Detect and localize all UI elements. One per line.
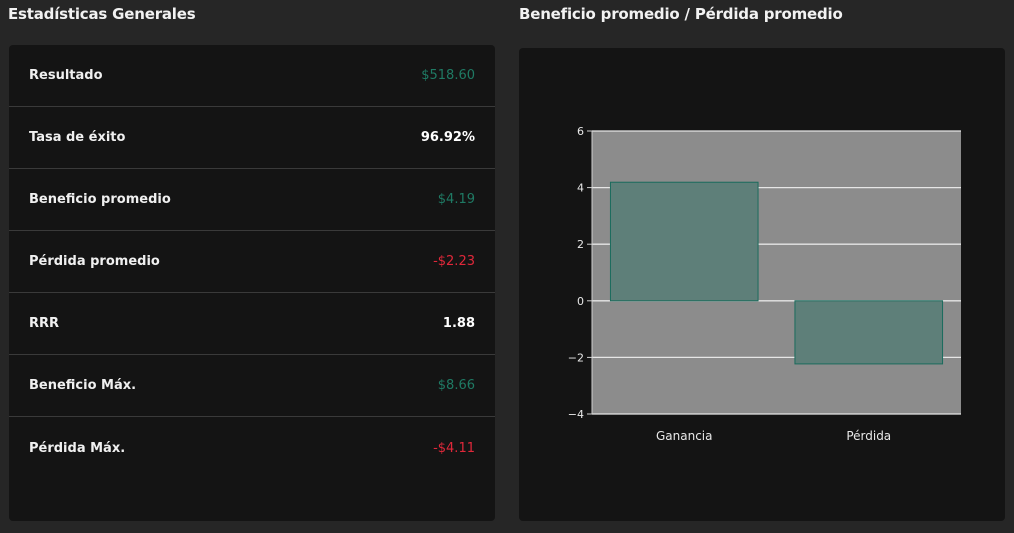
stat-value: $8.66 bbox=[437, 378, 475, 393]
y-tick-label: 4 bbox=[577, 182, 584, 195]
stat-value: -$4.11 bbox=[433, 440, 475, 456]
y-tick-label: −2 bbox=[568, 351, 584, 364]
stat-value: $518.60 bbox=[421, 68, 475, 83]
stat-value: $4.19 bbox=[437, 192, 475, 207]
stat-row-max-profit: Beneficio Máx. $8.66 bbox=[9, 355, 495, 417]
stat-row-result: Resultado $518.60 bbox=[9, 45, 495, 107]
stat-value: -$2.23 bbox=[433, 254, 475, 269]
stat-label: Resultado bbox=[29, 68, 103, 83]
stat-label: Beneficio promedio bbox=[29, 192, 171, 207]
chart-title: Beneficio promedio / Pérdida promedio bbox=[519, 5, 843, 23]
bar-perdida bbox=[794, 300, 944, 365]
stat-value: 96.92% bbox=[420, 130, 475, 145]
chart-panel: 6 4 2 0 −2 −4 Ganancia Pérdida bbox=[519, 48, 1005, 521]
stat-row-rrr: RRR 1.88 bbox=[9, 293, 495, 355]
stat-value: 1.88 bbox=[442, 316, 475, 331]
x-category-label: Ganancia bbox=[656, 429, 713, 443]
stat-row-max-loss: Pérdida Máx. -$4.11 bbox=[9, 417, 495, 479]
x-category-label: Pérdida bbox=[846, 429, 891, 443]
bar-ganancia bbox=[609, 181, 759, 302]
y-tick-label: −4 bbox=[568, 408, 584, 421]
y-tick-label: 0 bbox=[577, 295, 584, 308]
stat-row-avg-profit: Beneficio promedio $4.19 bbox=[9, 169, 495, 231]
y-tick-label: 2 bbox=[577, 238, 584, 251]
stat-label: Beneficio Máx. bbox=[29, 378, 137, 393]
stat-label: Pérdida Máx. bbox=[29, 440, 126, 456]
stat-row-win-rate: Tasa de éxito 96.92% bbox=[9, 107, 495, 169]
stats-panel: Resultado $518.60 Tasa de éxito 96.92% B… bbox=[9, 45, 495, 521]
stat-label: RRR bbox=[29, 316, 60, 331]
stats-title: Estadísticas Generales bbox=[8, 5, 196, 23]
stat-label: Pérdida promedio bbox=[29, 254, 160, 269]
bar-chart: 6 4 2 0 −2 −4 Ganancia Pérdida bbox=[568, 125, 961, 443]
y-tick-label: 6 bbox=[577, 125, 584, 138]
stat-row-avg-loss: Pérdida promedio -$2.23 bbox=[9, 231, 495, 293]
stat-label: Tasa de éxito bbox=[29, 130, 126, 145]
